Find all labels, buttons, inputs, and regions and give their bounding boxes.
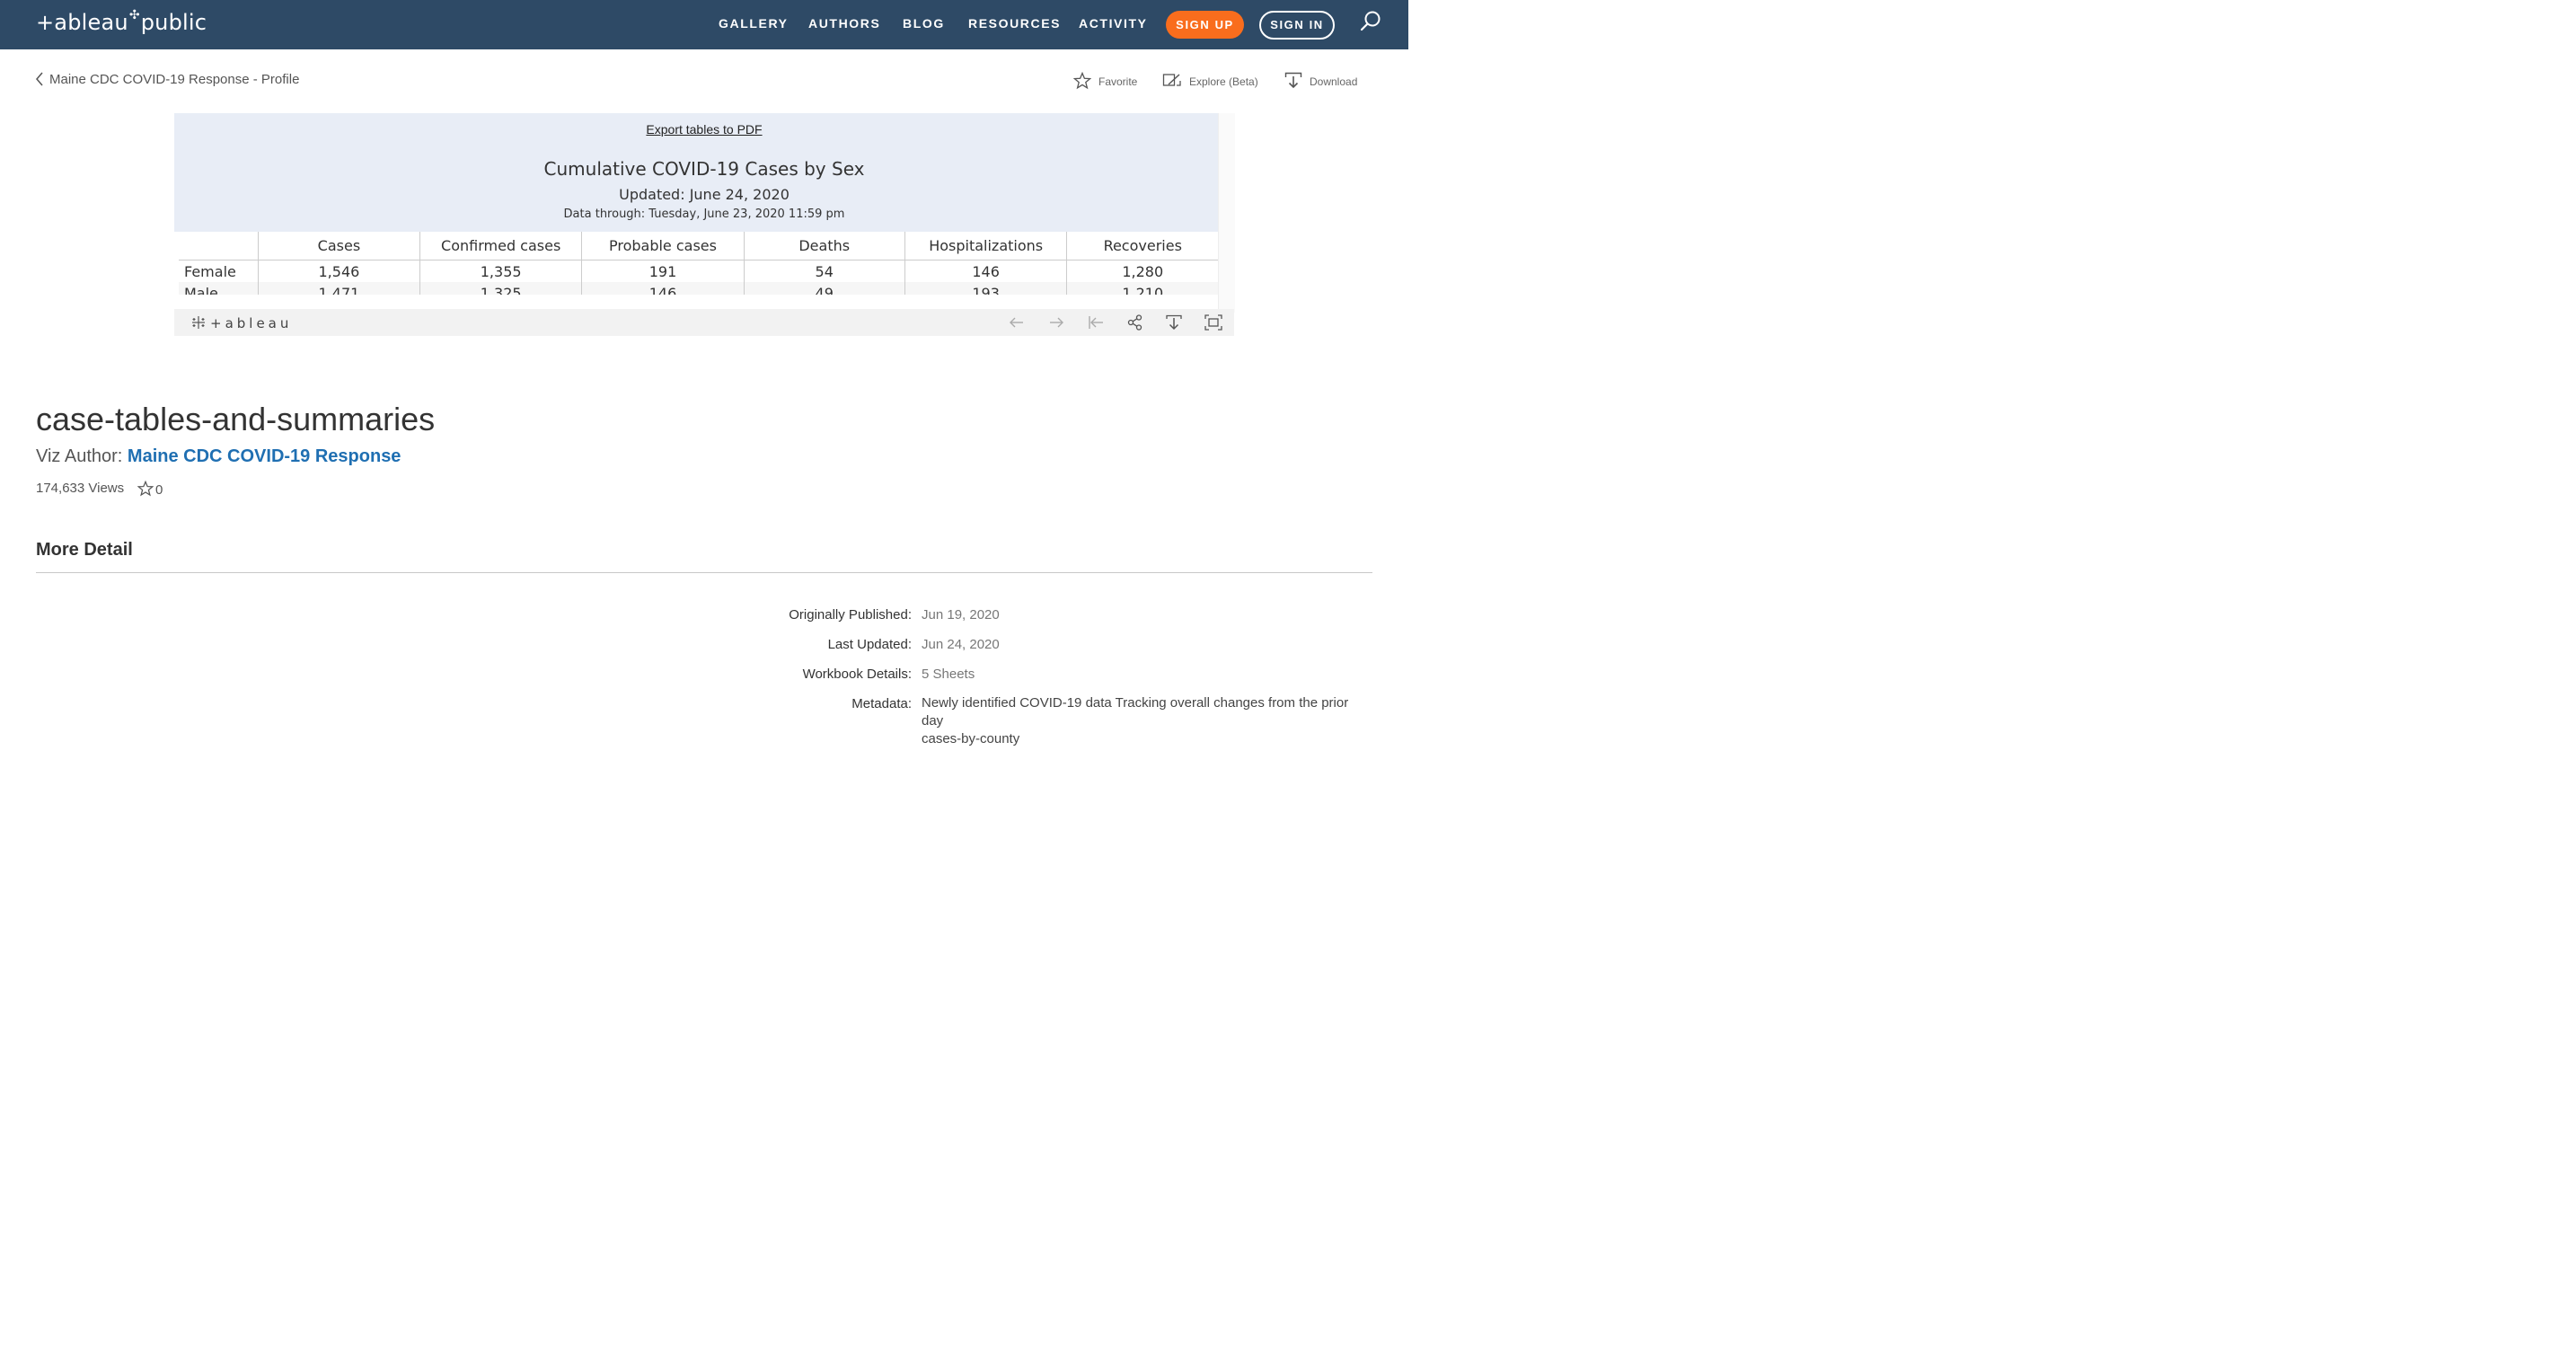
download-label: Download <box>1310 75 1358 88</box>
tableau-toolbar-logo[interactable]: +ableau <box>190 314 292 331</box>
table-header-probable: Probable cases <box>581 232 745 260</box>
metadata-value: Newly identified COVID-19 data Tracking … <box>922 694 1371 748</box>
tableau-cross-icon <box>192 316 205 329</box>
explore-label: Explore (Beta) <box>1189 75 1258 88</box>
table-cell: 1,210 <box>1066 282 1218 295</box>
table-header-hospitalizations: Hospitalizations <box>904 232 1068 260</box>
table-cell: 1,355 <box>419 260 583 282</box>
originally-published-label: Originally Published: <box>789 607 912 623</box>
star-outline-icon <box>137 480 154 497</box>
viz-download-icon[interactable] <box>1165 314 1183 331</box>
table-row: Male 1,471 1,325 146 49 193 1,210 <box>179 282 1218 295</box>
fullscreen-icon[interactable] <box>1204 314 1222 331</box>
undo-arrow-icon[interactable] <box>1008 314 1026 331</box>
metadata-line: Newly identified COVID-19 data Tracking … <box>922 695 1349 728</box>
explore-beta-button[interactable]: Explore (Beta) <box>1162 72 1258 90</box>
workbook-details-label: Workbook Details: <box>802 667 912 682</box>
top-nav-bar: +ableau✣public GALLERY AUTHORS BLOG RESO… <box>0 0 1408 49</box>
viz-author-line: Viz Author: Maine CDC COVID-19 Response <box>36 446 401 467</box>
search-icon[interactable] <box>1359 10 1382 33</box>
table-cell: 191 <box>581 260 745 282</box>
viz-toolbar: +ableau <box>174 309 1234 336</box>
share-icon[interactable] <box>1126 314 1144 331</box>
viz-vertical-scrollbar[interactable] <box>1218 113 1235 313</box>
view-count: 174,633 Views <box>36 481 125 496</box>
nav-authors[interactable]: AUTHORS <box>808 16 880 31</box>
download-button[interactable]: Download <box>1284 72 1357 90</box>
table-cell: 1,546 <box>258 260 420 282</box>
last-updated-label: Last Updated: <box>827 637 912 652</box>
table-header-cases: Cases <box>258 232 420 260</box>
last-updated-value: Jun 24, 2020 <box>922 637 1000 652</box>
viz-title: Cumulative COVID-19 Cases by Sex <box>543 158 865 180</box>
nav-blog[interactable]: BLOG <box>903 16 945 31</box>
favorite-count[interactable]: 0 <box>137 480 163 498</box>
nav-activity[interactable]: ACTIVITY <box>1079 16 1148 31</box>
table-header-row: Cases Confirmed cases Probable cases Dea… <box>179 232 1218 260</box>
breadcrumb-label: Maine CDC COVID-19 Response - Profile <box>49 72 300 87</box>
favorite-count-value: 0 <box>155 482 163 498</box>
download-icon <box>1284 72 1302 89</box>
table-header-empty <box>179 232 259 260</box>
nav-resources[interactable]: RESOURCES <box>968 16 1061 31</box>
viz-data-through: Data through: Tuesday, June 23, 2020 11:… <box>563 208 845 221</box>
logo-spark-icon: ✣ <box>128 8 140 22</box>
redo-arrow-icon[interactable] <box>1047 314 1065 331</box>
originally-published-value: Jun 19, 2020 <box>922 607 1000 623</box>
author-profile-link[interactable]: Maine CDC COVID-19 Response <box>128 446 401 466</box>
logo-text-right: public <box>140 10 207 35</box>
workbook-title: case-tables-and-summaries <box>36 401 436 437</box>
table-header-confirmed: Confirmed cases <box>419 232 583 260</box>
table-header-deaths: Deaths <box>744 232 905 260</box>
chevron-left-icon <box>36 72 43 86</box>
favorite-button[interactable]: Favorite <box>1072 71 1138 90</box>
table-cell: 1,471 <box>258 282 420 295</box>
metadata-label: Metadata: <box>851 696 912 711</box>
nav-gallery[interactable]: GALLERY <box>719 16 789 31</box>
more-detail-heading: More Detail <box>36 540 133 560</box>
table-cell: 1,280 <box>1122 262 1164 280</box>
section-divider <box>36 572 1372 573</box>
sign-up-button[interactable]: SIGN UP <box>1166 11 1244 39</box>
toolbar-logo-text: +ableau <box>210 315 293 331</box>
viz-author-prefix: Viz Author: <box>36 446 123 466</box>
sign-in-button[interactable]: SIGN IN <box>1259 11 1335 40</box>
table-cell: 1,325 <box>419 282 583 295</box>
table-cell-sex: Female <box>179 260 259 282</box>
workbook-details-value: 5 Sheets <box>922 667 975 682</box>
viz-table-scroll-area[interactable]: Cases Confirmed cases Probable cases Dea… <box>174 232 1218 295</box>
table-cell: 49 <box>744 282 905 295</box>
back-to-profile-link[interactable]: Maine CDC COVID-19 Response - Profile <box>36 72 299 87</box>
table-cell: 146 <box>581 282 745 295</box>
table-cell: 54 <box>744 260 905 282</box>
export-tables-link-row: Export tables to PDF <box>174 122 1234 137</box>
export-tables-pdf-link[interactable]: Export tables to PDF <box>646 122 762 137</box>
revert-icon[interactable] <box>1087 314 1105 331</box>
table-header-recoveries: Recoveries <box>1066 232 1218 260</box>
explore-edit-icon <box>1162 74 1181 86</box>
table-cell: 146 <box>904 260 1068 282</box>
table-cell: 193 <box>904 282 1068 295</box>
favorite-label: Favorite <box>1098 75 1138 88</box>
table-cell-sex: Male <box>179 282 259 295</box>
viz-updated-date: Updated: June 24, 2020 <box>619 186 790 203</box>
star-icon <box>1072 71 1092 90</box>
metadata-line: cases-by-county <box>922 731 1020 746</box>
logo-text-left: +ableau <box>36 10 128 35</box>
embedded-viz: Export tables to PDF Cumulative COVID-19… <box>174 113 1235 336</box>
cases-by-sex-table: Cases Confirmed cases Probable cases Dea… <box>179 232 1218 295</box>
table-row: Female 1,546 1,355 191 54 146 1,280 <box>179 260 1218 282</box>
tableau-public-logo[interactable]: +ableau✣public <box>36 8 207 35</box>
